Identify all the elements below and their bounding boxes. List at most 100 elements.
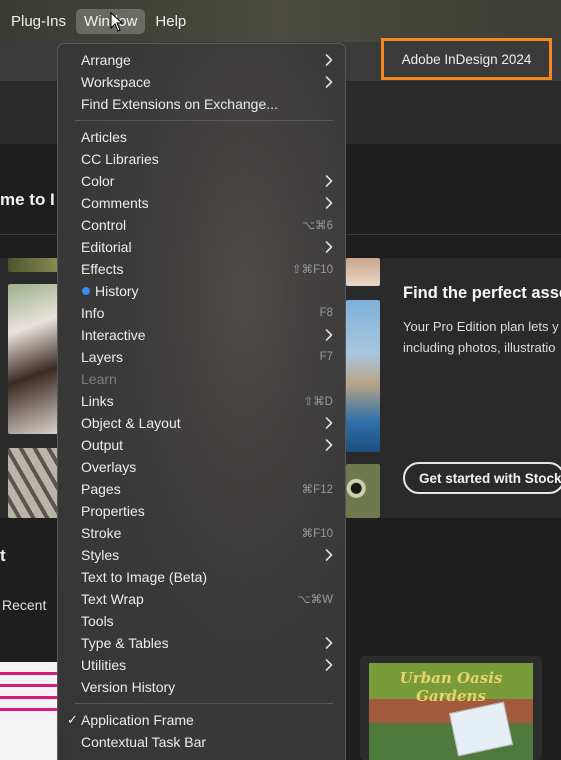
- menu-item-output[interactable]: Output: [64, 434, 341, 456]
- menu-item-layers[interactable]: Layers F7: [64, 346, 341, 368]
- keyboard-shortcut: ⌘F10: [301, 528, 333, 540]
- menu-item-pages[interactable]: Pages ⌘F12: [64, 478, 341, 500]
- menu-separator: [75, 703, 333, 704]
- menu-item-styles[interactable]: Styles: [64, 544, 341, 566]
- menu-item-find-extensions-on-exchange[interactable]: Find Extensions on Exchange...: [64, 93, 341, 115]
- menu-item-label: Find Extensions on Exchange...: [81, 96, 278, 112]
- menu-item-label: Overlays: [81, 459, 137, 475]
- menu-item-utilities[interactable]: Utilities: [64, 654, 341, 676]
- submenu-chevron-icon: [325, 417, 333, 429]
- submenu-chevron-icon: [325, 76, 333, 88]
- welcome-heading: me to I: [0, 190, 55, 209]
- window-menu-dropdown: Arrange Workspace Find Extensions on Excha…: [57, 43, 346, 760]
- recent-label: Recent: [2, 597, 47, 613]
- submenu-chevron-icon: [325, 197, 333, 209]
- menu-item-label: Stroke: [81, 525, 122, 541]
- stock-promo-line: including photos, illustratio: [403, 340, 556, 355]
- menu-item-label: Pages: [81, 481, 121, 497]
- menu-item-label: Interactive: [81, 327, 146, 343]
- recent-sort-dropdown[interactable]: Recent: [2, 597, 46, 613]
- menu-item-label: Type & Tables: [81, 635, 169, 651]
- stock-thumbnail: [8, 448, 58, 518]
- menu-item-properties[interactable]: Properties: [64, 500, 341, 522]
- menu-item-arrange[interactable]: Arrange: [64, 49, 341, 71]
- macos-menu-bar: Plug-Ins Window Help: [0, 0, 561, 42]
- menu-help[interactable]: Help: [147, 9, 194, 34]
- menu-item-comments[interactable]: Comments: [64, 192, 341, 214]
- recent-document-thumbnail[interactable]: [0, 662, 58, 760]
- menu-item-effects[interactable]: Effects ⇧⌘F10: [64, 258, 341, 280]
- stock-promo-line: Your Pro Edition plan lets y: [403, 319, 559, 334]
- menu-item-label: Object & Layout: [81, 415, 181, 431]
- menu-item-text-to-image-beta[interactable]: Text to Image (Beta): [64, 566, 341, 588]
- menu-item-articles[interactable]: Articles: [64, 126, 341, 148]
- menu-item-label: Utilities: [81, 657, 127, 673]
- submenu-chevron-icon: [325, 549, 333, 561]
- menu-item-label: Styles: [81, 547, 120, 563]
- stock-promo-text: Your Pro Edition plan lets y including p…: [403, 316, 559, 358]
- menu-item-label: Version History: [81, 679, 176, 695]
- menu-item-editorial[interactable]: Editorial: [64, 236, 341, 258]
- menu-item-overlays[interactable]: Overlays: [64, 456, 341, 478]
- submenu-chevron-icon: [325, 241, 333, 253]
- submenu-chevron-icon: [325, 439, 333, 451]
- menu-item-interactive[interactable]: Interactive: [64, 324, 341, 346]
- menu-item-stroke[interactable]: Stroke ⌘F10: [64, 522, 341, 544]
- menu-item-label: Articles: [81, 129, 127, 145]
- keyboard-shortcut: ⇧⌘D: [303, 396, 333, 408]
- menu-item-workspace[interactable]: Workspace: [64, 71, 341, 93]
- submenu-chevron-icon: [325, 54, 333, 66]
- submenu-chevron-icon: [325, 175, 333, 187]
- menu-item-label: Text to Image (Beta): [81, 569, 208, 585]
- stock-thumbnail: [346, 258, 380, 286]
- menu-item-control[interactable]: Control ⌥⌘6: [64, 214, 341, 236]
- menu-item-version-history[interactable]: Version History: [64, 676, 341, 698]
- menu-item-label: Effects: [81, 261, 124, 277]
- stock-thumbnail: [8, 258, 58, 272]
- menu-item-label: Color: [81, 173, 115, 189]
- thumbnail-graphic: [449, 701, 513, 757]
- keyboard-shortcut: ⌘F12: [301, 484, 333, 496]
- menu-item-links[interactable]: Links ⇧⌘D: [64, 390, 341, 412]
- keyboard-shortcut: F7: [319, 351, 333, 363]
- menu-item-object-layout[interactable]: Object & Layout: [64, 412, 341, 434]
- stripe: [0, 708, 58, 711]
- menu-plugins[interactable]: Plug-Ins: [3, 9, 74, 34]
- menu-item-type-tables[interactable]: Type & Tables: [64, 632, 341, 654]
- menu-item-label: Editorial: [81, 239, 132, 255]
- menu-item-application-frame[interactable]: ✓ Application Frame: [64, 709, 341, 731]
- menu-item-label: Output: [81, 437, 124, 453]
- stripe: [0, 696, 58, 699]
- section-heading: t: [0, 546, 6, 565]
- menu-item-tools[interactable]: Tools: [64, 610, 341, 632]
- submenu-chevron-icon: [325, 329, 333, 341]
- menu-item-cc-libraries[interactable]: CC Libraries: [64, 148, 341, 170]
- menu-item-label: Control: [81, 217, 127, 233]
- menu-item-history[interactable]: History: [64, 280, 341, 302]
- app-title: Adobe InDesign 2024: [381, 38, 552, 80]
- menu-item-label: Tools: [81, 613, 114, 629]
- mouse-pointer-icon: [110, 12, 124, 32]
- menu-item-label: Contextual Task Bar: [81, 734, 207, 750]
- menu-separator: [75, 120, 333, 121]
- keyboard-shortcut: F8: [319, 307, 333, 319]
- menu-item-contextual-task-bar[interactable]: Contextual Task Bar: [64, 731, 341, 753]
- menu-item-label: Layers: [81, 349, 124, 365]
- menu-item-info[interactable]: Info F8: [64, 302, 341, 324]
- menu-item-label: Info: [81, 305, 105, 321]
- submenu-chevron-icon: [325, 637, 333, 649]
- menu-item-text-wrap[interactable]: Text Wrap ⌥⌘W: [64, 588, 341, 610]
- stock-thumbnail: [346, 464, 380, 518]
- get-started-stock-button[interactable]: Get started with Stock: [403, 462, 561, 494]
- keyboard-shortcut: ⌥⌘6: [301, 220, 333, 232]
- menu-item-label: Workspace: [81, 74, 151, 90]
- menu-item-label: History: [95, 283, 139, 299]
- recent-document-thumbnail[interactable]: Urban Oasis Gardens: [369, 663, 533, 760]
- menu-item-label: Text Wrap: [81, 591, 144, 607]
- submenu-chevron-icon: [325, 659, 333, 671]
- document-thumbnail-title: Urban Oasis Gardens: [399, 669, 503, 705]
- menu-item-label: Learn: [81, 371, 117, 387]
- menu-item-label: Arrange: [81, 52, 131, 68]
- menu-item-color[interactable]: Color: [64, 170, 341, 192]
- keyboard-shortcut: ⌥⌘W: [297, 594, 333, 606]
